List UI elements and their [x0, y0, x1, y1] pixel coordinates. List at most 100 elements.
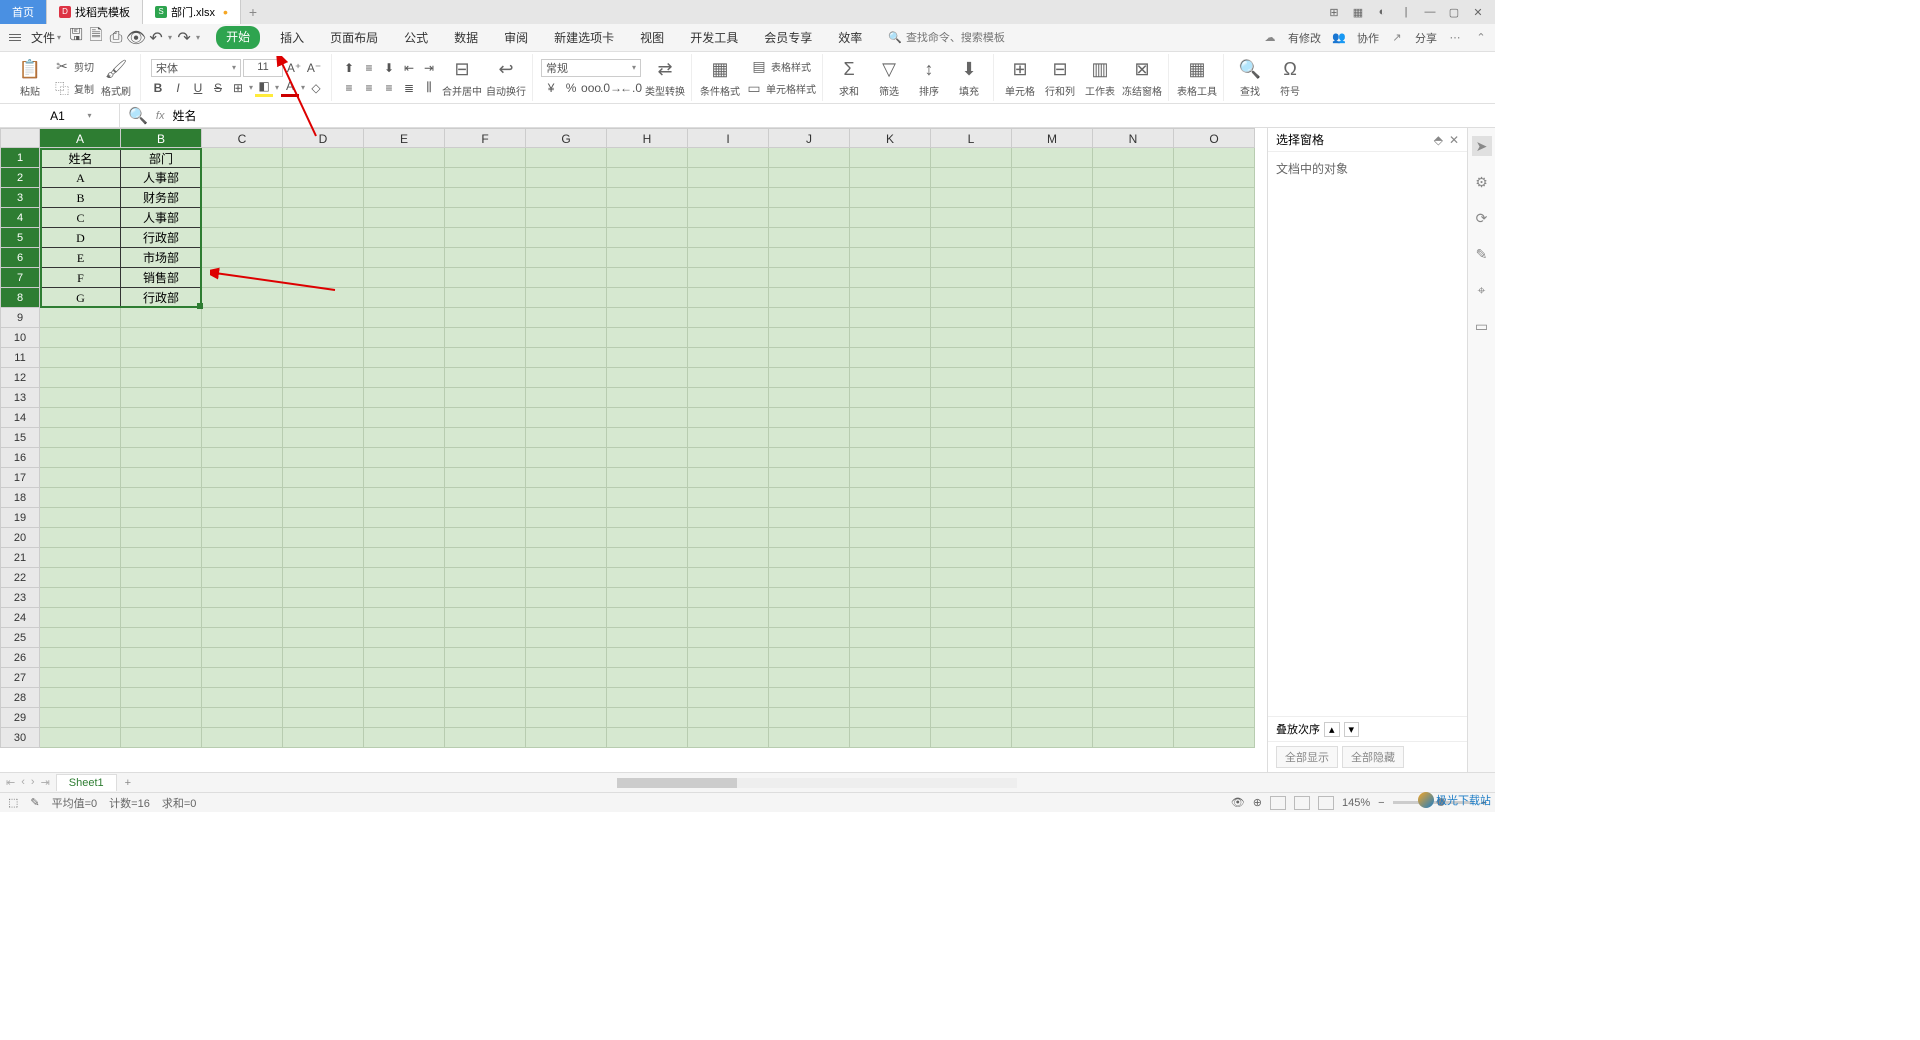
cell[interactable]: [850, 528, 931, 548]
cell[interactable]: [364, 728, 445, 748]
cell[interactable]: [445, 268, 526, 288]
align-center-icon[interactable]: ≡: [360, 79, 378, 97]
cell[interactable]: [769, 328, 850, 348]
cell[interactable]: [607, 708, 688, 728]
cell[interactable]: [202, 468, 283, 488]
cell[interactable]: [202, 548, 283, 568]
cell[interactable]: [931, 548, 1012, 568]
cell[interactable]: [283, 648, 364, 668]
cell[interactable]: [607, 188, 688, 208]
cell[interactable]: [283, 508, 364, 528]
row-header[interactable]: 9: [0, 308, 40, 328]
ribbon-tab-dev[interactable]: 开发工具: [684, 26, 744, 49]
cell[interactable]: [1012, 248, 1093, 268]
ribbon-tab-insert[interactable]: 插入: [274, 26, 310, 49]
cell[interactable]: [688, 688, 769, 708]
cell[interactable]: [850, 488, 931, 508]
cell[interactable]: [1012, 508, 1093, 528]
select-all-corner[interactable]: [0, 128, 40, 148]
cell[interactable]: [526, 288, 607, 308]
cell[interactable]: [526, 208, 607, 228]
cell[interactable]: [931, 208, 1012, 228]
cell[interactable]: [526, 628, 607, 648]
cell[interactable]: [769, 168, 850, 188]
close-panel-icon[interactable]: ✕: [1449, 133, 1459, 147]
row-header[interactable]: 17: [0, 468, 40, 488]
cell[interactable]: [688, 388, 769, 408]
eye-icon[interactable]: 👁: [1231, 796, 1245, 809]
cell[interactable]: [364, 628, 445, 648]
grid-icon[interactable]: ▦: [1349, 3, 1367, 21]
page-view-icon[interactable]: [1294, 796, 1310, 810]
col-header[interactable]: C: [202, 128, 283, 148]
command-search[interactable]: 🔍: [888, 31, 1046, 44]
cell[interactable]: [40, 328, 121, 348]
cell[interactable]: [445, 408, 526, 428]
cell[interactable]: [931, 628, 1012, 648]
col-header[interactable]: D: [283, 128, 364, 148]
row-header[interactable]: 23: [0, 588, 40, 608]
cell[interactable]: [1012, 488, 1093, 508]
rotate-icon[interactable]: ⟳: [1472, 208, 1492, 228]
cell[interactable]: [1174, 488, 1255, 508]
cell[interactable]: [607, 468, 688, 488]
col-header[interactable]: M: [1012, 128, 1093, 148]
cell[interactable]: [850, 248, 931, 268]
cell[interactable]: [1174, 668, 1255, 688]
cell[interactable]: [364, 148, 445, 168]
col-header[interactable]: O: [1174, 128, 1255, 148]
align-top-icon[interactable]: ⬆: [340, 59, 358, 77]
wrap-button[interactable]: ↩自动换行: [486, 57, 526, 98]
cell[interactable]: [121, 608, 202, 628]
cell[interactable]: [364, 428, 445, 448]
bold-button[interactable]: B: [149, 79, 167, 97]
worksheet-button[interactable]: ▥工作表: [1082, 57, 1118, 98]
cell[interactable]: [1012, 328, 1093, 348]
cell[interactable]: [40, 508, 121, 528]
cell[interactable]: [931, 188, 1012, 208]
currency-icon[interactable]: ¥: [542, 79, 560, 97]
cell[interactable]: [1174, 508, 1255, 528]
reading-view-icon[interactable]: [1318, 796, 1334, 810]
col-header[interactable]: F: [445, 128, 526, 148]
share-label[interactable]: 分享: [1415, 30, 1437, 46]
cell[interactable]: [526, 268, 607, 288]
cell[interactable]: [931, 488, 1012, 508]
cell[interactable]: [202, 268, 283, 288]
cell[interactable]: [202, 628, 283, 648]
cell[interactable]: [526, 508, 607, 528]
cell[interactable]: 行政部: [121, 288, 202, 308]
cell[interactable]: [283, 188, 364, 208]
cell[interactable]: [769, 408, 850, 428]
cell[interactable]: [607, 168, 688, 188]
cell[interactable]: [445, 148, 526, 168]
cell[interactable]: [931, 708, 1012, 728]
cells-button[interactable]: ⊞单元格: [1002, 57, 1038, 98]
cell[interactable]: [931, 348, 1012, 368]
cell[interactable]: [283, 228, 364, 248]
font-size-select[interactable]: 11: [243, 59, 283, 77]
cell[interactable]: [688, 328, 769, 348]
chevron-down-icon[interactable]: ▾: [249, 83, 253, 92]
cell[interactable]: [931, 268, 1012, 288]
cell[interactable]: [526, 248, 607, 268]
cell[interactable]: [1093, 468, 1174, 488]
cell[interactable]: [607, 588, 688, 608]
cell[interactable]: [688, 488, 769, 508]
col-header[interactable]: A: [40, 128, 121, 148]
cell[interactable]: [121, 628, 202, 648]
cell[interactable]: [1093, 528, 1174, 548]
cell[interactable]: [769, 668, 850, 688]
cell[interactable]: [364, 368, 445, 388]
cell[interactable]: [1093, 628, 1174, 648]
cell[interactable]: [769, 628, 850, 648]
cell[interactable]: [1093, 668, 1174, 688]
cell[interactable]: [1174, 308, 1255, 328]
col-header[interactable]: G: [526, 128, 607, 148]
cell[interactable]: [1093, 308, 1174, 328]
cell[interactable]: [769, 688, 850, 708]
cell[interactable]: [688, 448, 769, 468]
cell[interactable]: [283, 528, 364, 548]
cell[interactable]: [1012, 188, 1093, 208]
cell[interactable]: [1174, 468, 1255, 488]
